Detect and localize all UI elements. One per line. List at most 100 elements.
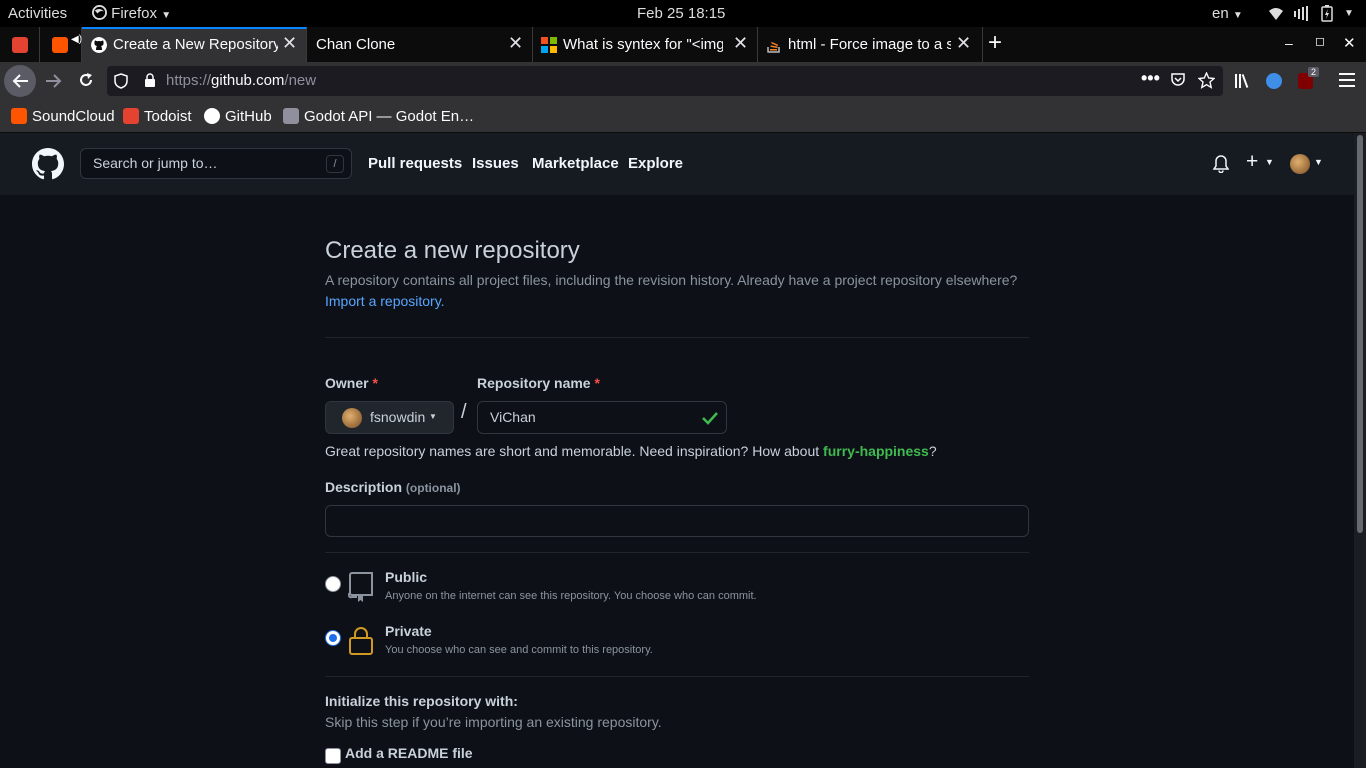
divider bbox=[325, 552, 1029, 553]
github-logo-icon[interactable] bbox=[32, 148, 64, 180]
url-text[interactable]: https://github.com/new bbox=[166, 72, 316, 89]
new-tab-button[interactable]: + bbox=[988, 29, 1002, 57]
visibility-public-description: Anyone on the internet can see this repo… bbox=[385, 590, 757, 602]
tab-label: What is syntex for "<img bbox=[563, 36, 723, 53]
import-repository-link[interactable]: Import a repository. bbox=[325, 293, 445, 309]
bookmark-star-icon[interactable] bbox=[1198, 72, 1215, 89]
bookmark-github[interactable]: GitHub bbox=[204, 108, 272, 125]
owner-repo-separator: / bbox=[461, 401, 467, 423]
tab-img-syntax[interactable]: What is syntex for "<img ✕ bbox=[533, 27, 758, 62]
back-button[interactable] bbox=[4, 65, 36, 97]
github-icon bbox=[204, 108, 220, 124]
chevron-down-icon: ▼ bbox=[1232, 10, 1243, 21]
description-label: Description (optional) bbox=[325, 479, 461, 495]
todoist-icon bbox=[123, 108, 139, 124]
close-tab-icon[interactable]: ✕ bbox=[733, 33, 748, 54]
extension-badge: 2 bbox=[1308, 67, 1320, 77]
tab-pinned-soundcloud[interactable]: ◀) bbox=[40, 27, 82, 62]
library-icon[interactable] bbox=[1234, 73, 1252, 89]
tab-label: html - Force image to a sp bbox=[788, 36, 951, 53]
owner-label: Owner * bbox=[325, 375, 378, 391]
pocket-icon[interactable] bbox=[1170, 72, 1186, 88]
page-subtitle: A repository contains all project files,… bbox=[325, 272, 1018, 288]
github-search-input[interactable]: Search or jump to… / bbox=[80, 148, 352, 179]
activities-button[interactable]: Activities bbox=[8, 5, 67, 22]
todoist-icon bbox=[12, 37, 28, 53]
scrollbar-thumb[interactable] bbox=[1357, 135, 1363, 533]
app-menu[interactable]: Firefox ▼ bbox=[92, 5, 171, 22]
bookmark-soundcloud[interactable]: SoundCloud bbox=[11, 108, 115, 125]
initialize-title: Initialize this repository with: bbox=[325, 693, 518, 709]
soundcloud-icon bbox=[52, 37, 68, 53]
battery-icon bbox=[1321, 5, 1333, 22]
close-tab-icon[interactable]: ✕ bbox=[508, 33, 523, 54]
nav-pull-requests[interactable]: Pull requests bbox=[368, 155, 462, 172]
page-icon bbox=[283, 108, 299, 124]
search-shortcut-key: / bbox=[326, 155, 344, 173]
repository-name-value: ViChan bbox=[490, 409, 536, 425]
close-tab-icon[interactable]: ✕ bbox=[956, 33, 971, 54]
create-new-plus-icon[interactable]: + bbox=[1246, 150, 1258, 174]
hamburger-menu-icon[interactable] bbox=[1339, 73, 1355, 87]
firefox-app-icon bbox=[92, 5, 107, 20]
add-readme-label[interactable]: Add a README file bbox=[345, 745, 473, 761]
language-indicator[interactable]: en ▼ bbox=[1212, 5, 1243, 22]
visibility-private-description: You choose who can see and commit to thi… bbox=[385, 644, 653, 656]
tab-pinned-todoist[interactable] bbox=[0, 27, 40, 62]
url-bar[interactable]: https://github.com/new ••• bbox=[107, 66, 1223, 96]
repository-name-hint: Great repository names are short and mem… bbox=[325, 443, 937, 459]
close-tab-icon[interactable]: ✕ bbox=[282, 33, 297, 54]
page-title: Create a new repository bbox=[325, 237, 580, 264]
repository-name-label: Repository name * bbox=[477, 375, 600, 391]
speaker-icon[interactable]: ◀) bbox=[71, 34, 82, 45]
chevron-down-icon[interactable]: ▼ bbox=[1265, 157, 1274, 167]
notifications-bell-icon[interactable] bbox=[1213, 155, 1229, 173]
system-top-bar: Activities Firefox ▼ Feb 25 18:15 en ▼ ▼ bbox=[0, 0, 1366, 27]
chevron-down-icon: ▼ bbox=[161, 10, 172, 21]
visibility-public-radio[interactable] bbox=[325, 576, 341, 592]
bookmarks-toolbar: SoundCloud Todoist GitHub Godot API — Go… bbox=[0, 100, 1366, 133]
nav-marketplace[interactable]: Marketplace bbox=[532, 155, 619, 172]
check-icon bbox=[702, 412, 718, 425]
back-arrow-icon bbox=[12, 74, 28, 88]
lock-icon[interactable] bbox=[144, 73, 156, 88]
tab-chan-clone[interactable]: Chan Clone ✕ bbox=[307, 27, 533, 62]
clock[interactable]: Feb 25 18:15 bbox=[637, 5, 725, 22]
divider bbox=[325, 676, 1029, 677]
visibility-public-title[interactable]: Public bbox=[385, 569, 427, 585]
user-avatar[interactable] bbox=[1290, 154, 1310, 174]
description-input[interactable] bbox=[325, 505, 1029, 537]
window-close-button[interactable]: ✕ bbox=[1343, 34, 1356, 52]
stackoverflow-icon bbox=[767, 41, 780, 53]
extension-blue-icon[interactable] bbox=[1266, 73, 1282, 89]
tracking-shield-icon[interactable] bbox=[114, 73, 128, 89]
owner-avatar bbox=[342, 408, 362, 428]
bookmark-godot-api[interactable]: Godot API — Godot En… bbox=[283, 108, 474, 125]
chevron-down-icon: ▼ bbox=[429, 412, 437, 421]
visibility-private-radio[interactable] bbox=[325, 630, 341, 646]
window-minimize-button[interactable]: – bbox=[1285, 35, 1293, 51]
repository-name-input[interactable]: ViChan bbox=[477, 401, 727, 434]
owner-select[interactable]: fsnowdin ▼ bbox=[325, 401, 454, 434]
add-readme-checkbox[interactable] bbox=[325, 748, 341, 764]
name-suggestion-link[interactable]: furry-happiness bbox=[823, 443, 929, 459]
nav-issues[interactable]: Issues bbox=[472, 155, 519, 172]
reload-button[interactable] bbox=[78, 72, 94, 88]
forward-button[interactable] bbox=[45, 73, 63, 89]
system-menu-chevron-icon[interactable]: ▼ bbox=[1344, 8, 1354, 19]
chevron-down-icon[interactable]: ▼ bbox=[1314, 157, 1323, 167]
bookmark-todoist[interactable]: Todoist bbox=[123, 108, 192, 125]
visibility-private-title[interactable]: Private bbox=[385, 623, 432, 639]
lock-icon bbox=[349, 627, 373, 655]
tab-force-image[interactable]: html - Force image to a sp ✕ bbox=[758, 27, 983, 62]
nav-explore[interactable]: Explore bbox=[628, 155, 683, 172]
page-scrollbar[interactable] bbox=[1354, 133, 1366, 768]
tab-create-repository[interactable]: Create a New Repository ✕ bbox=[82, 27, 307, 62]
window-maximize-button[interactable]: ◻ bbox=[1315, 34, 1325, 48]
page-actions-icon[interactable]: ••• bbox=[1141, 68, 1160, 89]
microsoft-icon bbox=[541, 37, 557, 53]
divider bbox=[325, 337, 1029, 338]
github-header: Search or jump to… / Pull requests Issue… bbox=[0, 133, 1354, 195]
radio-checked-dot bbox=[329, 634, 337, 642]
tab-strip: ◀) Create a New Repository ✕ Chan Clone … bbox=[0, 27, 1366, 62]
